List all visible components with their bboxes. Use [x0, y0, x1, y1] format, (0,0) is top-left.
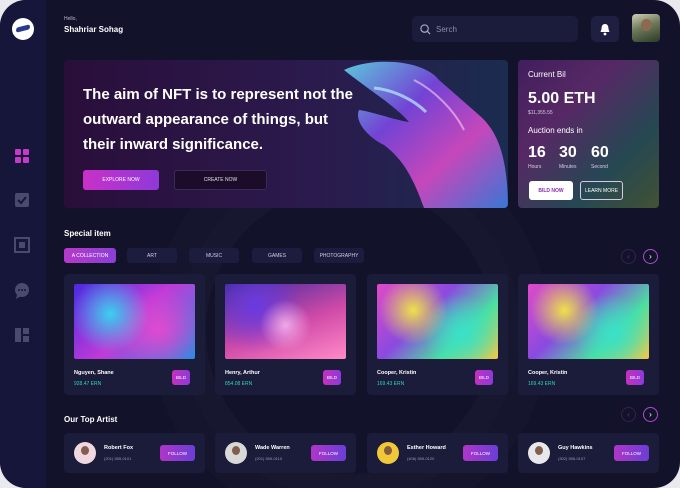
artist-prev-arrow[interactable]: ‹	[621, 407, 636, 422]
nft-price: 854.08 ERN	[225, 381, 253, 387]
current-bid-panel: Current Bil 5.00 ETH $11,355.55 Auction …	[518, 60, 659, 208]
layout-icon[interactable]	[14, 327, 30, 343]
filter-music[interactable]: MUSIC	[189, 248, 239, 263]
create-now-button[interactable]: CREATE NOW	[174, 170, 267, 190]
nft-card[interactable]: Henry, Arthur 854.08 ERN BILD	[215, 274, 356, 395]
follow-button[interactable]: FOLLOW	[311, 445, 346, 461]
artist-card: Esther Howard (406) 555-0120 FOLLOW	[367, 433, 508, 473]
bid-amount: 5.00 ETH	[528, 90, 596, 107]
artist-name: Robert Fox	[104, 445, 134, 451]
countdown-minutes-label: Minutes	[559, 164, 577, 170]
follow-button[interactable]: FOLLOW	[463, 445, 498, 461]
nft-owner-name: Cooper, Kristin	[528, 370, 568, 376]
nft-card[interactable]: Nguyen, Shane 928.47 ERN BILD	[64, 274, 205, 395]
filter-photography[interactable]: PHOTOGRAPHY	[314, 248, 364, 263]
filter-games[interactable]: GAMES	[252, 248, 302, 263]
frame-icon[interactable]	[14, 237, 30, 253]
artist-name: Esther Howard	[407, 445, 446, 451]
follow-button[interactable]: FOLLOW	[160, 445, 195, 461]
nft-artwork-image	[225, 284, 346, 359]
special-items-title: Special item	[64, 229, 111, 238]
bid-now-button[interactable]: BILD NOW	[529, 181, 573, 200]
artist-avatar	[377, 442, 399, 464]
nft-owner-name: Henry, Arthur	[225, 370, 260, 376]
special-next-arrow[interactable]: ›	[643, 249, 658, 264]
nft-card[interactable]: Cooper, Kristin 169.43 ERN BILD	[367, 274, 508, 395]
artist-name: Guy Hawkins	[558, 445, 593, 451]
checkbox-icon[interactable]	[14, 192, 30, 208]
logo-icon[interactable]	[12, 18, 34, 40]
sidebar	[0, 0, 46, 488]
nft-bid-button[interactable]: BILD	[626, 370, 644, 385]
follow-button[interactable]: FOLLOW	[614, 445, 649, 461]
countdown-seconds: 60	[591, 144, 609, 161]
nft-price: 169.43 ERN	[377, 381, 405, 387]
nft-owner-name: Cooper, Kristin	[377, 370, 417, 376]
artist-phone: (201) 555-0110	[255, 456, 283, 461]
greeting-text: Hello,	[64, 16, 77, 22]
countdown-hours: 16	[528, 144, 546, 161]
nft-bid-button[interactable]: BILD	[475, 370, 493, 385]
artist-card: Wade Warren (201) 555-0110 FOLLOW	[215, 433, 356, 473]
nft-artwork-image	[528, 284, 649, 359]
hero-headline: The aim of NFT is to represent not the o…	[83, 86, 354, 153]
filter-collection[interactable]: A COLLECTION	[64, 248, 116, 263]
artist-name: Wade Warren	[255, 445, 290, 451]
artist-avatar	[528, 442, 550, 464]
search-icon	[420, 23, 431, 35]
artist-phone: (302) 555-0107	[558, 456, 586, 461]
artist-avatar	[225, 442, 247, 464]
countdown-hours-label: Hours	[528, 164, 542, 170]
dashboard-icon[interactable]	[14, 148, 30, 164]
notification-button[interactable]	[591, 16, 619, 42]
avatar[interactable]	[632, 14, 660, 42]
artist-phone: (406) 555-0120	[407, 456, 435, 461]
auction-label: Auction ends in	[528, 126, 583, 135]
app-window: Hello, Shahriar Sohag The aim of NFT is …	[0, 0, 680, 488]
artist-phone: (201) 555-0101	[104, 456, 132, 461]
artist-card: Robert Fox (201) 555-0101 FOLLOW	[64, 433, 205, 473]
explore-now-button[interactable]: EXPLORE NOW	[83, 170, 159, 190]
artist-card: Guy Hawkins (302) 555-0107 FOLLOW	[518, 433, 659, 473]
bid-title: Current Bil	[528, 70, 566, 79]
nft-price: 169.43 ERN	[528, 381, 556, 387]
search-input[interactable]	[436, 24, 566, 34]
artist-next-arrow[interactable]: ›	[643, 407, 658, 422]
user-name: Shahriar Sohag	[64, 25, 124, 34]
chat-icon[interactable]	[14, 283, 30, 299]
nft-owner-name: Nguyen, Shane	[74, 370, 114, 376]
bell-icon	[600, 23, 610, 35]
bid-usd: $11,355.55	[528, 110, 553, 116]
user-greeting: Hello, Shahriar Sohag	[64, 16, 123, 34]
nft-artwork-image	[377, 284, 498, 359]
countdown-seconds-label: Second	[591, 164, 608, 170]
nft-card[interactable]: Cooper, Kristin 169.43 ERN BILD	[518, 274, 659, 395]
artist-avatar	[74, 442, 96, 464]
nft-price: 928.47 ERN	[74, 381, 102, 387]
countdown-minutes: 30	[559, 144, 577, 161]
nft-bid-button[interactable]: BILD	[172, 370, 190, 385]
special-prev-arrow[interactable]: ‹	[621, 249, 636, 264]
nft-artwork-image	[74, 284, 195, 359]
nft-bid-button[interactable]: BILD	[323, 370, 341, 385]
hero-banner: The aim of NFT is to represent not the o…	[64, 60, 508, 208]
search-box[interactable]	[412, 16, 578, 42]
learn-more-button[interactable]: LEARN MORE	[580, 181, 623, 200]
top-artist-title: Our Top Artist	[64, 415, 118, 424]
filter-art[interactable]: ART	[127, 248, 177, 263]
